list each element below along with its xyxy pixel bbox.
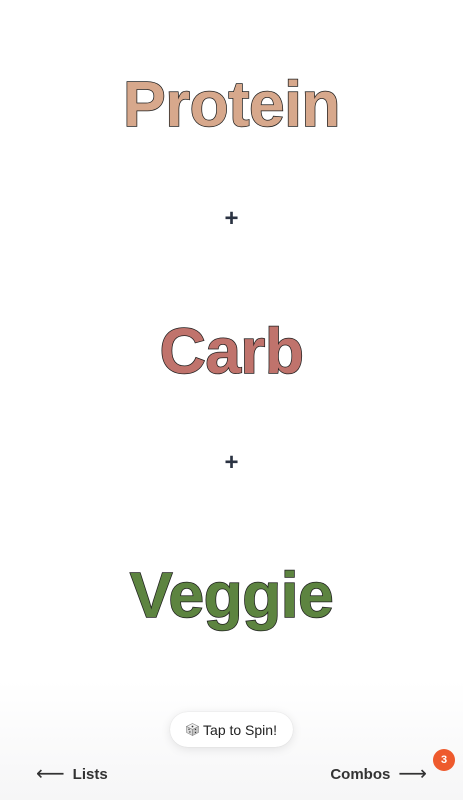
plus-separator: + xyxy=(224,205,239,232)
lists-link[interactable]: ⟵ Lists xyxy=(36,764,108,784)
spin-screen: Protein + Carb + Veggie Tap to Spin! ⟵ L… xyxy=(0,0,463,800)
protein-word[interactable]: Protein xyxy=(0,71,463,137)
lists-label: Lists xyxy=(72,765,108,783)
veggie-word[interactable]: Veggie xyxy=(0,562,463,628)
spin-button[interactable]: Tap to Spin! xyxy=(170,712,293,747)
arrow-left-icon: ⟵ xyxy=(36,763,65,785)
arrow-right-icon: ⟶ xyxy=(398,763,427,785)
plus-separator: + xyxy=(224,449,239,476)
combos-label: Combos xyxy=(330,765,391,783)
spin-button-label: Tap to Spin! xyxy=(203,721,277,738)
dice-icon xyxy=(186,723,200,736)
carb-word[interactable]: Carb xyxy=(0,318,463,384)
combos-link[interactable]: Combos ⟶ xyxy=(330,764,427,784)
combos-count-badge: 3 xyxy=(433,749,455,771)
